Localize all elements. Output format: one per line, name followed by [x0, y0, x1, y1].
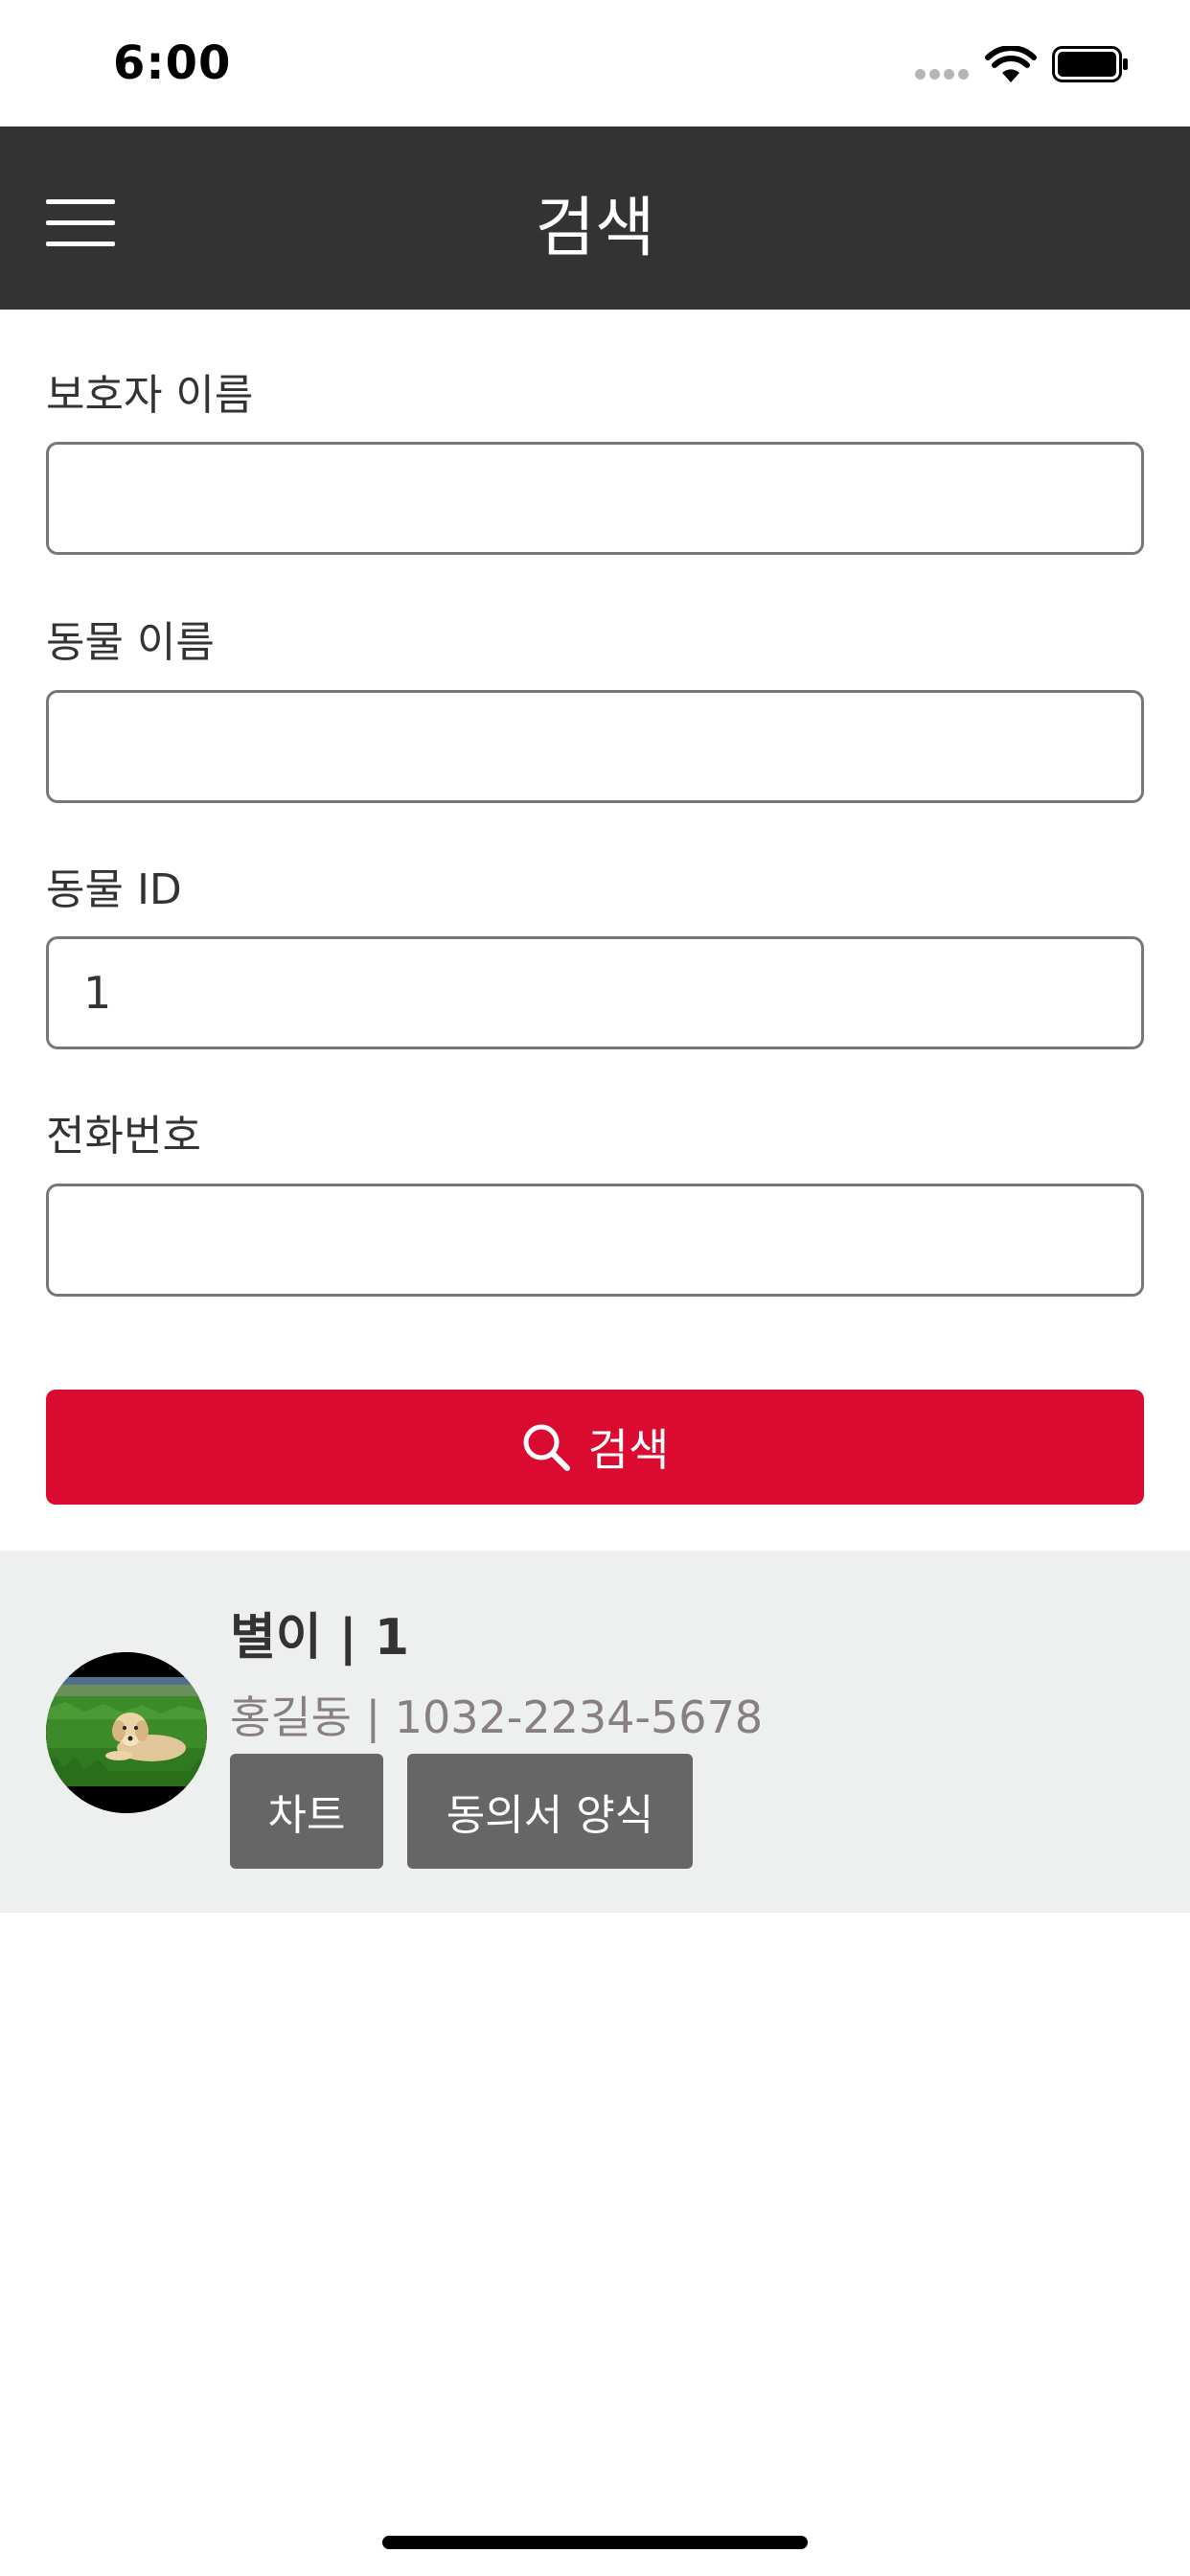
result-list-item[interactable]: 별이 | 1 홍길동 | 1032-2234-5678 차트 동의서 양식 — [0, 1551, 1190, 1913]
home-indicator — [382, 2536, 808, 2549]
chart-button[interactable]: 차트 — [230, 1754, 383, 1869]
pet-avatar — [46, 1652, 207, 1813]
battery-icon — [1052, 46, 1128, 82]
animal-name-label: 동물 이름 — [46, 618, 215, 667]
wifi-icon — [985, 46, 1037, 82]
search-button-label: 검색 — [587, 1424, 670, 1476]
app-header: 검색 — [0, 126, 1190, 310]
search-screen: 6:00 검색 보호자 이름 동물 이름 동물 ID 전화번호 — [0, 0, 1190, 2576]
result-title: 별이 | 1 — [230, 1609, 410, 1667]
phone-input[interactable] — [46, 1184, 1144, 1297]
search-icon — [523, 1424, 570, 1471]
consent-form-button[interactable]: 동의서 양식 — [407, 1754, 693, 1869]
animal-id-label: 동물 ID — [46, 865, 182, 914]
animal-name-input[interactable] — [46, 690, 1144, 803]
page-title: 검색 — [535, 191, 655, 266]
dog-photo — [46, 1652, 207, 1813]
status-time: 6:00 — [113, 36, 232, 90]
result-owner-phone: 홍길동 | 1032-2234-5678 — [230, 1691, 764, 1743]
phone-label: 전화번호 — [46, 1112, 201, 1161]
guardian-name-label: 보호자 이름 — [46, 371, 254, 420]
guardian-name-input[interactable] — [46, 442, 1144, 555]
search-button[interactable]: 검색 — [46, 1390, 1144, 1505]
status-bar: 6:00 — [0, 0, 1190, 126]
cellular-signal-icon — [915, 69, 971, 80]
animal-id-input[interactable] — [46, 936, 1144, 1049]
